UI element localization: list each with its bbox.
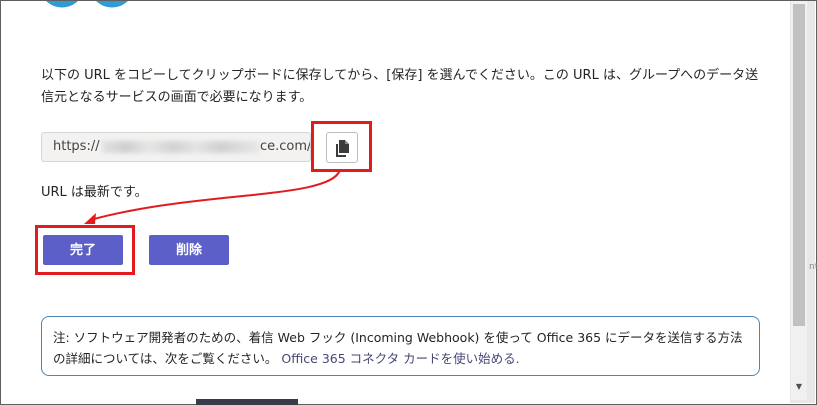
url-status-text: URL は最新です。 xyxy=(41,185,148,200)
connector-logo-icon xyxy=(46,1,128,8)
background-bar xyxy=(196,399,298,405)
scrollbar-thumb[interactable] xyxy=(793,4,805,326)
done-button-highlight xyxy=(35,225,135,275)
url-suffix: ce.com/we xyxy=(260,139,311,154)
connector-dialog: 以下の URL をコピーしてクリップボードに保存してから、[保存] を選んでくだ… xyxy=(1,1,790,401)
developer-note: 注: ソフトウェア開発者のための、着信 Web フック (Incoming We… xyxy=(41,316,760,376)
url-prefix: https:// xyxy=(53,139,100,154)
connector-cards-link[interactable]: Office 365 コネクタ カードを使い始める. xyxy=(281,351,519,366)
background-text-fragment: nt xyxy=(809,262,817,272)
url-redacted-blur xyxy=(102,141,260,153)
delete-button[interactable]: 削除 xyxy=(149,235,229,265)
webhook-url-field[interactable]: https:// ce.com/we xyxy=(41,132,311,162)
scroll-down-arrow-icon[interactable]: ▼ xyxy=(793,381,805,393)
copy-button-highlight xyxy=(311,121,372,172)
instructions-text: 以下の URL をコピーしてクリップボードに保存してから、[保存] を選んでくだ… xyxy=(41,68,759,105)
